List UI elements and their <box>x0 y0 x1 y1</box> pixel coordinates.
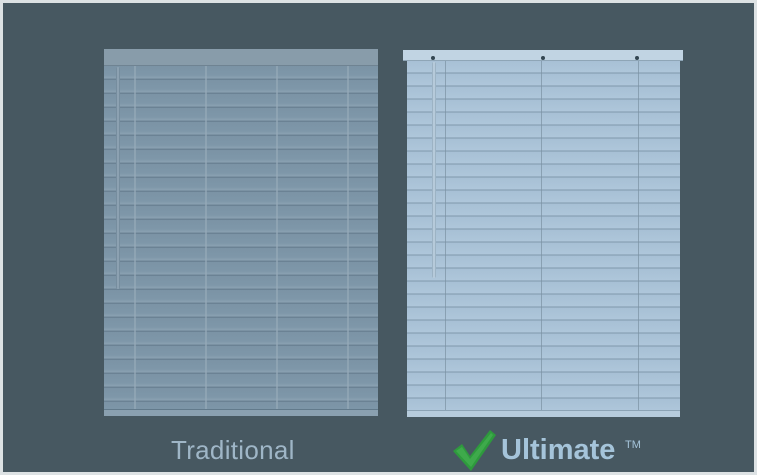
comparison-frame: Traditional Ultimate TM <box>0 0 757 475</box>
ultimate-headrail-clip <box>431 56 435 60</box>
checkmark-icon <box>453 430 496 471</box>
traditional-tilt-wand <box>116 67 120 289</box>
ultimate-headrail-clip <box>635 56 639 60</box>
traditional-bottomrail <box>104 409 378 416</box>
ultimate-label: Ultimate <box>501 434 616 466</box>
ultimate-ladder-cord <box>638 61 639 411</box>
trademark-symbol: TM <box>625 439 641 451</box>
ultimate-slats <box>407 61 680 414</box>
traditional-ladder-cord <box>205 66 207 409</box>
ultimate-blind-image <box>403 50 683 418</box>
ultimate-tilt-wand <box>432 62 436 278</box>
traditional-ladder-cord <box>276 66 278 409</box>
traditional-ladder-cord <box>347 66 349 409</box>
traditional-headrail <box>104 49 378 66</box>
ultimate-ladder-cord <box>445 61 446 411</box>
traditional-ladder-cord <box>134 66 136 409</box>
traditional-blind-image <box>104 49 378 416</box>
ultimate-headrail-clip <box>541 56 545 60</box>
ultimate-bottomrail <box>407 410 680 417</box>
traditional-slats <box>104 66 378 412</box>
ultimate-ladder-cord <box>541 61 542 411</box>
traditional-label: Traditional <box>171 435 295 465</box>
